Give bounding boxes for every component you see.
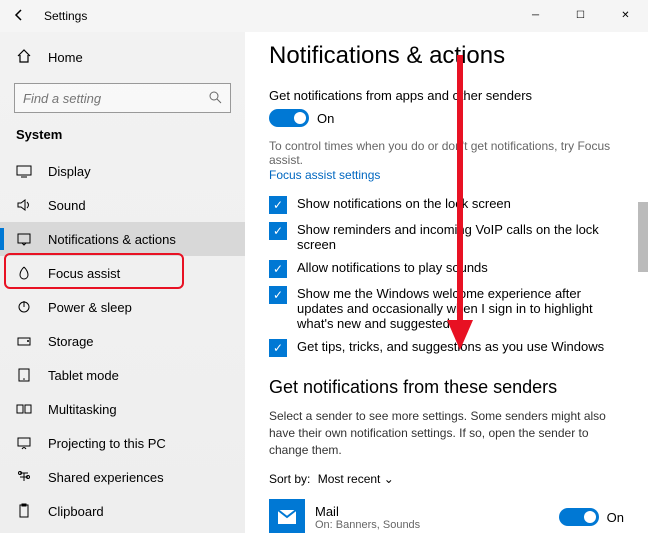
storage-icon (16, 333, 34, 349)
home-icon (16, 48, 34, 67)
sidebar-item-tablet[interactable]: Tablet mode (0, 358, 245, 392)
senders-heading: Get notifications from these senders (269, 377, 624, 398)
sidebar-item-shared[interactable]: Shared experiences (0, 460, 245, 494)
focus-icon (16, 265, 34, 281)
checkbox-icon: ✓ (269, 196, 287, 214)
checkbox-row[interactable]: ✓Show reminders and incoming VoIP calls … (269, 222, 624, 252)
clipboard-icon (16, 503, 34, 519)
section-label: System (0, 127, 245, 154)
checkbox-icon: ✓ (269, 222, 287, 240)
search-box[interactable] (14, 83, 231, 113)
sidebar-item-focus[interactable]: Focus assist (0, 256, 245, 290)
tablet-icon (16, 367, 34, 383)
sidebar-item-power[interactable]: Power & sleep (0, 290, 245, 324)
sidebar-item-multitasking[interactable]: Multitasking (0, 392, 245, 426)
checkbox-row[interactable]: ✓Show notifications on the lock screen (269, 196, 624, 214)
display-icon (16, 163, 34, 179)
sender-toggle[interactable] (559, 508, 599, 526)
shared-icon (16, 469, 34, 485)
checkbox-icon: ✓ (269, 339, 287, 357)
sort-row[interactable]: Sort by: Most recent ⌄ (269, 472, 624, 486)
sidebar: Home System Display Sound Notifications … (0, 32, 245, 533)
mail-icon (269, 499, 305, 533)
scrollbar[interactable] (638, 202, 648, 272)
sidebar-item-display[interactable]: Display (0, 154, 245, 188)
maximize-button[interactable]: ☐ (558, 0, 603, 30)
checkbox-row[interactable]: ✓Allow notifications to play sounds (269, 260, 624, 278)
sort-value: Most recent (318, 472, 381, 486)
subheading: Get notifications from apps and other se… (269, 88, 624, 103)
sidebar-item-sound[interactable]: Sound (0, 188, 245, 222)
focus-assist-link[interactable]: Focus assist settings (269, 168, 380, 182)
content-area: Notifications & actions Get notification… (245, 32, 648, 533)
home-link[interactable]: Home (0, 42, 245, 73)
sidebar-item-notifications[interactable]: Notifications & actions (0, 222, 245, 256)
checkbox-icon: ✓ (269, 286, 287, 304)
multitasking-icon (16, 401, 34, 417)
sidebar-item-clipboard[interactable]: Clipboard (0, 494, 245, 528)
page-title: Notifications & actions (269, 42, 624, 70)
sidebar-item-projecting[interactable]: Projecting to this PC (0, 426, 245, 460)
chevron-down-icon: ⌄ (384, 472, 394, 486)
close-button[interactable]: ✕ (603, 0, 648, 30)
notifications-icon (16, 231, 34, 247)
search-icon (208, 90, 222, 107)
checkbox-row[interactable]: ✓Get tips, tricks, and suggestions as yo… (269, 339, 624, 357)
checkbox-icon: ✓ (269, 260, 287, 278)
minimize-button[interactable]: ─ (513, 0, 558, 30)
senders-desc: Select a sender to see more settings. So… (269, 408, 624, 458)
sound-icon (16, 197, 34, 213)
power-icon (16, 299, 34, 315)
toggle-state: On (317, 111, 334, 126)
home-label: Home (48, 50, 83, 65)
sidebar-item-storage[interactable]: Storage (0, 324, 245, 358)
search-input[interactable] (23, 91, 208, 106)
sender-row[interactable]: Mail On: Banners, Sounds On (269, 496, 624, 533)
notifications-toggle[interactable] (269, 109, 309, 127)
back-icon[interactable] (12, 8, 32, 25)
window-controls: ─ ☐ ✕ (513, 0, 648, 30)
projecting-icon (16, 435, 34, 451)
checkbox-row[interactable]: ✓Show me the Windows welcome experience … (269, 286, 624, 331)
focus-assist-hint: To control times when you do or don't ge… (269, 139, 624, 167)
window-title: Settings (44, 9, 87, 23)
